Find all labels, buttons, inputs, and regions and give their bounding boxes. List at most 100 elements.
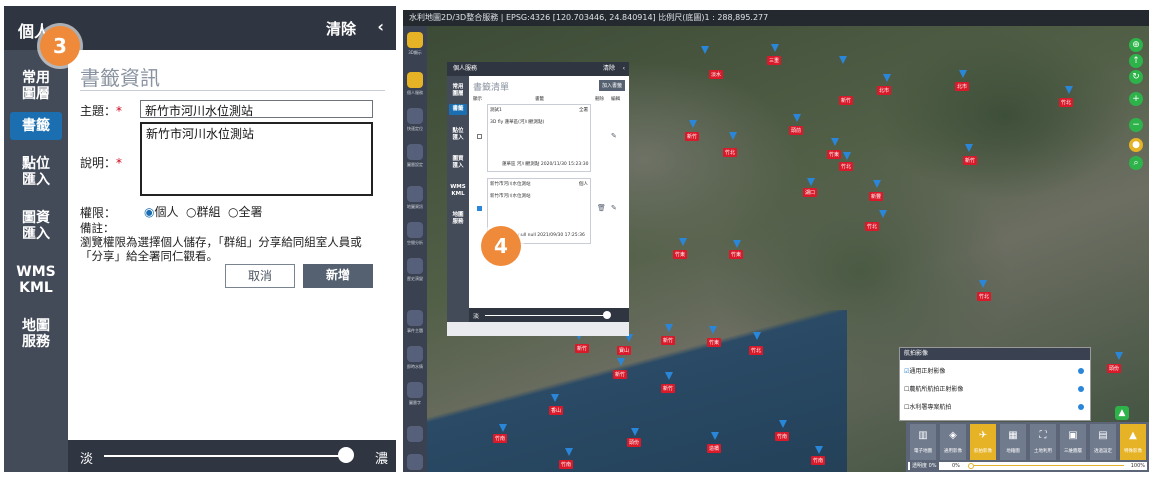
collapse-chevron-icon[interactable]: ‹ — [377, 17, 384, 36]
bookmark-item-title[interactable]: 新竹市河川水位測站 — [490, 181, 531, 187]
locate-icon[interactable] — [407, 108, 423, 124]
sidebar-item-wms-kml[interactable]: WMS KML — [10, 264, 62, 296]
station-pin-icon[interactable] — [883, 74, 891, 82]
compass-icon[interactable]: ⊕ — [1129, 38, 1143, 52]
station-pin-icon[interactable] — [631, 428, 639, 436]
station-label[interactable]: 新竹 — [613, 370, 628, 379]
station-pin-icon[interactable] — [709, 326, 717, 334]
station-label[interactable]: 竹北 — [1059, 98, 1074, 107]
3d-toggle-icon[interactable] — [407, 32, 423, 48]
station-label[interactable]: 新竹 — [575, 344, 590, 353]
station-pin-icon[interactable] — [701, 46, 709, 54]
info-icon[interactable] — [407, 186, 423, 202]
station-label[interactable]: 頭份 — [1107, 364, 1122, 373]
description-textarea[interactable]: 新竹市河川水位測站 — [140, 122, 373, 196]
inner-tab-common-layers[interactable]: 常用 圖層 — [449, 84, 467, 98]
north-up-icon[interactable]: ↑ — [1129, 54, 1143, 68]
station-label[interactable]: 新竹 — [661, 384, 676, 393]
station-pin-icon[interactable] — [711, 432, 719, 440]
station-pin-icon[interactable] — [879, 210, 887, 218]
personal-service-icon[interactable] — [407, 72, 423, 88]
basemap-general-button[interactable]: ◈ 通用影像 — [940, 424, 966, 460]
inner-collapse-icon[interactable]: ‹ — [623, 62, 625, 76]
station-label[interactable]: 新竹 — [839, 96, 854, 105]
sidebar-item-map-service[interactable]: 地圖 服務 — [10, 318, 62, 350]
radio-group[interactable]: ○群組 — [186, 203, 221, 220]
basemap-electronic-button[interactable]: ▥ 電子地圖 — [910, 424, 936, 460]
edit-icon[interactable]: ✎ — [611, 204, 617, 212]
station-label[interactable]: 竹北 — [749, 346, 764, 355]
station-label[interactable]: 頭份 — [627, 438, 642, 447]
transparency-slider[interactable]: 透明度 0% 0% 100% — [908, 462, 1147, 470]
basemap-special-button[interactable]: ▲ 特殊影像 — [1120, 424, 1146, 460]
subject-input[interactable]: 新竹市河川水位測站 — [140, 100, 373, 118]
info-icon[interactable] — [1078, 404, 1084, 410]
layers-icon[interactable] — [407, 144, 423, 160]
info-icon[interactable] — [1078, 368, 1084, 374]
station-label[interactable]: 寶山 — [617, 346, 632, 355]
clear-button[interactable]: 清除 — [326, 18, 356, 39]
water-icon[interactable] — [407, 346, 423, 362]
aerial-option-3[interactable]: ☐水利署專案航拍 — [904, 402, 951, 411]
station-label[interactable]: 三重 — [767, 56, 782, 65]
station-pin-icon[interactable] — [689, 120, 697, 128]
station-label[interactable]: 竹東 — [673, 250, 688, 259]
station-pin-icon[interactable] — [839, 56, 847, 64]
rotate-icon[interactable]: ↻ — [1129, 70, 1143, 84]
station-pin-icon[interactable] — [979, 280, 987, 288]
station-pin-icon[interactable] — [617, 358, 625, 366]
station-pin-icon[interactable] — [807, 178, 815, 186]
station-label[interactable]: 新竹 — [661, 336, 676, 345]
sidebar-item-point-import[interactable]: 點位 匯入 — [10, 156, 62, 188]
station-label[interactable]: 竹北 — [723, 148, 738, 157]
analysis-icon[interactable] — [407, 222, 423, 238]
station-label[interactable]: 香山 — [549, 406, 564, 415]
locate-me-icon[interactable]: ● — [1129, 138, 1143, 152]
station-pin-icon[interactable] — [873, 180, 881, 188]
station-pin-icon[interactable] — [793, 114, 801, 122]
bookmark-item-title[interactable]: 3D fly 蓮華區(河川觀測點) — [490, 119, 544, 125]
station-label[interactable]: 竹北 — [977, 292, 992, 301]
opacity-slider-track[interactable] — [104, 455, 348, 457]
show-checkbox[interactable] — [477, 206, 482, 211]
cancel-button[interactable]: 取消 — [225, 264, 295, 288]
layer-text-icon[interactable] — [407, 382, 423, 398]
station-pin-icon[interactable] — [499, 424, 507, 432]
station-pin-icon[interactable] — [1115, 352, 1123, 360]
station-label[interactable]: 北市 — [955, 82, 970, 91]
station-label[interactable]: 頭前 — [789, 126, 804, 135]
station-pin-icon[interactable] — [1065, 86, 1073, 94]
inner-tab-point-import[interactable]: 點位 匯入 — [449, 128, 467, 142]
inner-opacity-track[interactable] — [485, 315, 605, 316]
station-label[interactable]: 竹南 — [775, 432, 790, 441]
station-label[interactable]: 竹南 — [493, 434, 508, 443]
radio-all[interactable]: ○全署 — [228, 203, 263, 220]
station-pin-icon[interactable] — [831, 138, 839, 146]
add-button[interactable]: 新增 — [303, 264, 373, 288]
event-icon[interactable] — [407, 310, 423, 326]
station-pin-icon[interactable] — [843, 152, 851, 160]
station-pin-icon[interactable] — [665, 324, 673, 332]
show-checkbox[interactable] — [477, 134, 482, 139]
inner-clear-button[interactable]: 清除 — [603, 62, 615, 76]
radio-personal[interactable]: ◉個人 — [144, 203, 179, 220]
station-pin-icon[interactable] — [771, 44, 779, 52]
transparency-track[interactable] — [974, 465, 1124, 466]
edit-icon[interactable]: ✎ — [611, 132, 617, 140]
station-label[interactable]: 淡水 — [709, 70, 724, 79]
zoom-out-icon[interactable]: − — [1129, 118, 1143, 132]
station-label[interactable]: 竹北 — [865, 222, 880, 231]
basemap-setting-button[interactable]: ▤ 透過設定 — [1090, 424, 1116, 460]
basemap-landuse-button[interactable]: ⛶ 土地利用 — [1030, 424, 1056, 460]
basemap-3d-button[interactable]: ▣ 三維圖層 — [1060, 424, 1086, 460]
zoom-in-icon[interactable]: + — [1129, 92, 1143, 106]
aerial-option-1[interactable]: ☑通用正射影像 — [904, 366, 945, 375]
station-pin-icon[interactable] — [965, 144, 973, 152]
history-icon[interactable] — [407, 258, 423, 274]
eraser-icon[interactable] — [407, 426, 423, 442]
basemap-cadastral-button[interactable]: ▦ 地籍圖 — [1000, 424, 1026, 460]
station-label[interactable]: 竹南 — [559, 460, 574, 469]
station-label[interactable]: 竹東 — [707, 338, 722, 347]
station-pin-icon[interactable] — [959, 70, 967, 78]
inner-tab-data-import[interactable]: 圖資 匯入 — [449, 156, 467, 170]
